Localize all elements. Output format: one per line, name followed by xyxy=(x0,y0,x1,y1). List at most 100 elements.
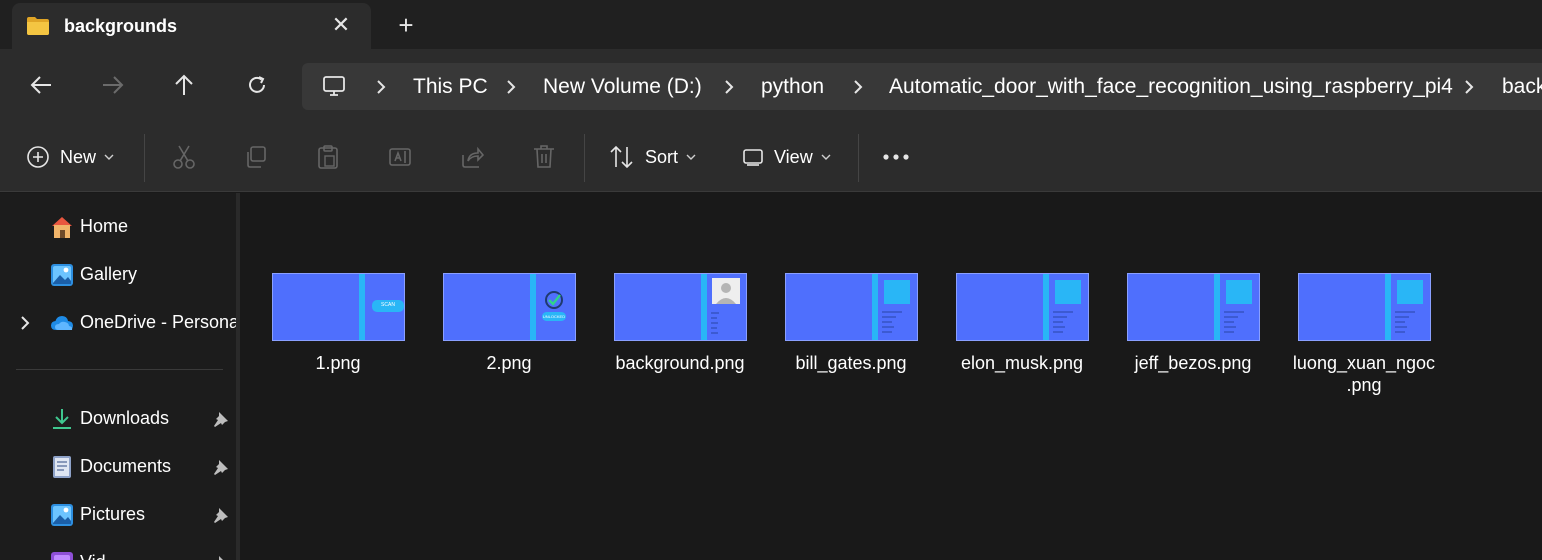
rename-button[interactable] xyxy=(388,142,412,172)
chevron-right-icon xyxy=(377,80,386,94)
sort-icon xyxy=(610,145,633,169)
file-name: bill_gates.png xyxy=(795,353,907,373)
new-tab-button[interactable]: + xyxy=(393,12,419,38)
pin-icon[interactable] xyxy=(212,458,230,476)
breadcrumb-this-pc[interactable]: This PC xyxy=(413,75,488,99)
monitor-icon xyxy=(323,76,345,96)
chevron-right-icon[interactable] xyxy=(18,314,32,332)
more-options-button[interactable] xyxy=(882,142,910,172)
new-label: New xyxy=(60,146,97,167)
sort-label: Sort xyxy=(645,146,679,167)
pictures-icon xyxy=(51,504,73,526)
file-thumbnail xyxy=(956,273,1089,341)
pin-icon[interactable] xyxy=(212,554,230,560)
sidebar-item-home[interactable]: Home xyxy=(0,205,236,249)
rename-icon xyxy=(389,148,411,166)
home-icon xyxy=(52,217,72,238)
file-item-background-png[interactable]: background.png xyxy=(605,273,755,413)
sidebar-item-downloads[interactable]: Downloads xyxy=(0,397,236,441)
view-button[interactable]: View xyxy=(742,142,831,172)
file-item-2-png[interactable]: UNLOCKED 2.png xyxy=(434,273,584,413)
thumbnail-text: UNLOCKED xyxy=(542,314,566,319)
scissors-icon xyxy=(173,145,195,169)
command-bar: New Sort View xyxy=(0,122,1542,192)
sidebar-item-label: Home xyxy=(80,216,129,236)
file-name: elon_musk.png xyxy=(960,353,1084,373)
chevron-right-icon xyxy=(854,80,863,94)
share-button[interactable] xyxy=(460,142,484,172)
sidebar-item-label: Pictures xyxy=(80,504,146,524)
chevron-right-icon xyxy=(507,80,516,94)
sidebar-item-label: Gallery xyxy=(80,264,138,284)
sidebar-item-onedrive[interactable]: OneDrive - Persona xyxy=(0,301,240,345)
trash-icon xyxy=(534,145,554,168)
download-icon xyxy=(53,409,71,429)
sidebar-item-label: OneDrive - Persona xyxy=(80,312,240,332)
breadcrumb-automatic-door[interactable]: Automatic_door_with_face_recognition_usi… xyxy=(889,75,1453,99)
clipboard-icon xyxy=(318,145,338,169)
cloud-icon xyxy=(51,316,73,330)
file-thumbnail xyxy=(614,273,747,341)
breadcrumb-backgrounds[interactable]: back xyxy=(1502,75,1542,99)
refresh-button[interactable] xyxy=(239,67,275,103)
new-button[interactable]: New xyxy=(26,142,114,172)
pin-icon[interactable] xyxy=(212,506,230,524)
forward-button[interactable] xyxy=(95,67,131,103)
breadcrumb-new-volume[interactable]: New Volume (D:) xyxy=(543,75,702,99)
separator xyxy=(144,134,145,182)
separator xyxy=(858,134,859,182)
address-bar[interactable]: This PC New Volume (D:) python Automatic… xyxy=(302,63,1542,110)
videos-icon xyxy=(51,552,73,560)
file-item-elon-musk-png[interactable]: elon_musk.png xyxy=(947,273,1097,413)
tab-backgrounds[interactable]: backgrounds ✕ xyxy=(12,3,371,49)
paste-button[interactable] xyxy=(316,142,340,172)
sidebar-item-videos[interactable]: Vid xyxy=(0,541,236,560)
file-name: 1.png xyxy=(315,353,361,373)
chevron-right-icon xyxy=(725,80,734,94)
close-tab-icon[interactable]: ✕ xyxy=(330,13,352,37)
share-icon xyxy=(462,146,484,168)
thumbnail-text: SCAN xyxy=(381,302,395,308)
sidebar-item-gallery[interactable]: Gallery xyxy=(0,253,236,297)
up-button[interactable] xyxy=(166,67,202,103)
delete-button[interactable] xyxy=(532,142,556,172)
file-item-bill-gates-png[interactable]: bill_gates.png xyxy=(776,273,926,413)
file-name-line: .png xyxy=(1346,375,1382,395)
file-thumbnail xyxy=(1127,273,1260,341)
file-thumbnail: SCAN xyxy=(272,273,405,341)
view-label: View xyxy=(774,146,813,167)
pin-icon[interactable] xyxy=(212,410,230,428)
file-thumbnail: UNLOCKED xyxy=(443,273,576,341)
sidebar-item-label: Vid xyxy=(80,552,106,560)
file-item-luong-xuan-ngoc-png[interactable]: luong_xuan_ngoc .png xyxy=(1289,273,1439,413)
sort-button[interactable]: Sort xyxy=(609,142,696,172)
check-circle-icon xyxy=(545,291,563,309)
file-item-1-png[interactable]: SCAN 1.png xyxy=(263,273,413,413)
text-lines xyxy=(1395,311,1415,333)
file-name: luong_xuan_ngoc .png xyxy=(1289,352,1439,396)
tab-strip: backgrounds ✕ + xyxy=(0,0,1542,49)
plus-circle-icon xyxy=(27,146,49,168)
file-name-line: luong_xuan_ngoc xyxy=(1292,353,1436,373)
sidebar-item-documents[interactable]: Documents xyxy=(0,445,236,489)
copy-button[interactable] xyxy=(244,142,268,172)
sidebar-item-label: Documents xyxy=(80,456,172,476)
navigation-pane: Home Gallery OneDrive - Persona Download… xyxy=(0,193,240,560)
file-thumbnail xyxy=(1298,273,1431,341)
documents-icon xyxy=(53,456,71,478)
person-placeholder-icon xyxy=(712,278,740,304)
arrow-left-icon xyxy=(30,76,51,94)
cut-button[interactable] xyxy=(172,142,196,172)
chevron-down-icon xyxy=(104,154,114,160)
gallery-icon xyxy=(51,264,73,286)
arrow-right-icon xyxy=(103,76,124,94)
breadcrumb-python[interactable]: python xyxy=(761,75,824,99)
refresh-icon xyxy=(249,76,265,93)
file-name: 2.png xyxy=(486,353,532,373)
sidebar-item-pictures[interactable]: Pictures xyxy=(0,493,236,537)
file-item-jeff-bezos-png[interactable]: jeff_bezos.png xyxy=(1118,273,1268,413)
back-button[interactable] xyxy=(23,67,59,103)
tab-title: backgrounds xyxy=(64,16,178,36)
more-icon xyxy=(883,154,909,160)
folder-icon xyxy=(27,17,49,35)
